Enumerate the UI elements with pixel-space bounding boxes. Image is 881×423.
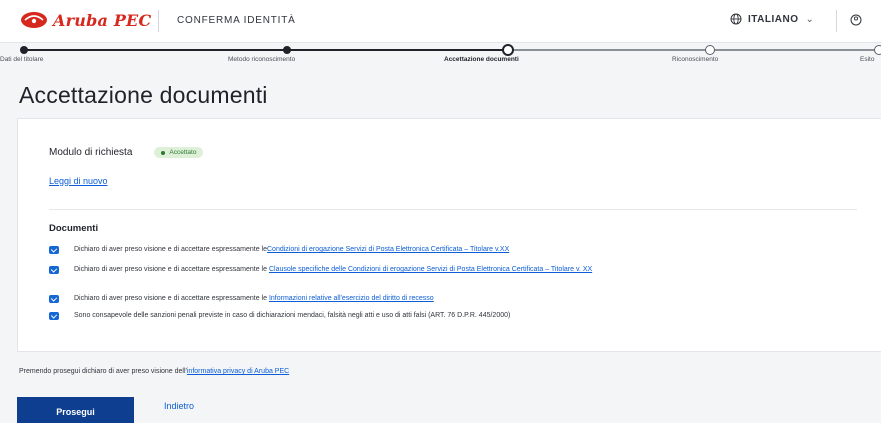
document-text: Dichiaro di aver preso visione e di acce… [74, 266, 267, 273]
brand-name: Aruba PEC [53, 10, 152, 30]
chevron-down-icon: ⌄ [805, 13, 815, 25]
privacy-notice: Premendo prosegui dichiaro di aver preso… [19, 368, 289, 375]
step-label-4: Riconoscimento [672, 56, 719, 63]
document-checkbox[interactable] [49, 295, 59, 303]
modulo-row: Modulo di richiesta Accettato [49, 147, 204, 158]
header-divider [158, 10, 159, 32]
document-checkbox[interactable] [49, 246, 59, 254]
document-text: Dichiaro di aver preso visione e di acce… [74, 246, 267, 253]
language-selector[interactable]: ITALIANO ⌄ [730, 13, 814, 25]
status-badge: Accettato [154, 147, 204, 158]
document-item: Dichiaro di aver preso visione e di acce… [49, 265, 849, 275]
step-label-3: Accettazione documenti [444, 56, 519, 63]
step-dot-4 [705, 45, 715, 55]
brand-logo[interactable]: Aruba PEC [20, 9, 151, 31]
aruba-logo-icon [20, 10, 48, 30]
language-label: ITALIANO [748, 13, 799, 25]
document-item: Dichiaro di aver preso visione e di acce… [49, 294, 849, 304]
user-icon[interactable] [850, 13, 866, 32]
progress-stepper: Dati del titolare Metodo riconoscimento … [0, 42, 881, 70]
document-text: Sono consapevole delle sanzioni penali p… [74, 312, 511, 319]
stepper-track-remaining [508, 49, 881, 51]
step-label-2: Metodo riconoscimento [228, 56, 296, 63]
document-checkbox[interactable] [49, 266, 59, 274]
document-link[interactable]: Informazioni relative all'esercizio del … [269, 295, 434, 302]
status-dot-icon [161, 150, 166, 155]
documents-heading: Documenti [49, 223, 99, 234]
step-label-5: Esito [860, 56, 875, 63]
document-item: Dichiaro di aver preso visione e di acce… [49, 245, 849, 255]
document-link[interactable]: Clausole specifiche delle Condizioni di … [269, 266, 592, 273]
step-dot-2 [283, 46, 291, 54]
card-divider [49, 209, 857, 210]
document-link[interactable]: Condizioni di erogazione Servizi di Post… [267, 246, 509, 253]
read-again-link[interactable]: Leggi di nuovo [49, 176, 108, 186]
document-text: Dichiaro di aver preso visione e di acce… [74, 295, 267, 302]
privacy-text: Premendo prosegui dichiaro di aver preso… [19, 368, 187, 375]
header-title: CONFERMA IDENTITÀ [177, 15, 296, 26]
step-dot-5 [874, 45, 881, 55]
stepper-track-completed [24, 49, 508, 51]
top-header: Aruba PEC CONFERMA IDENTITÀ ITALIANO ⌄ [0, 0, 881, 43]
status-badge-label: Accettato [169, 149, 197, 156]
step-label-1: Dati del titolare [0, 56, 44, 63]
header-divider-right [836, 10, 837, 32]
modulo-label: Modulo di richiesta [49, 147, 133, 158]
document-item: Sono consapevole delle sanzioni penali p… [49, 311, 849, 321]
step-dot-3 [502, 44, 514, 56]
privacy-link[interactable]: informativa privacy di Aruba PEC [187, 368, 289, 375]
proceed-button[interactable]: Prosegui [17, 397, 134, 423]
documents-card: Modulo di richiesta Accettato Leggi di n… [17, 118, 881, 352]
document-checkbox[interactable] [49, 312, 59, 320]
page-title: Accettazione documenti [19, 82, 268, 108]
back-link[interactable]: Indietro [164, 401, 194, 411]
step-dot-1 [20, 46, 28, 54]
globe-icon [730, 13, 742, 25]
